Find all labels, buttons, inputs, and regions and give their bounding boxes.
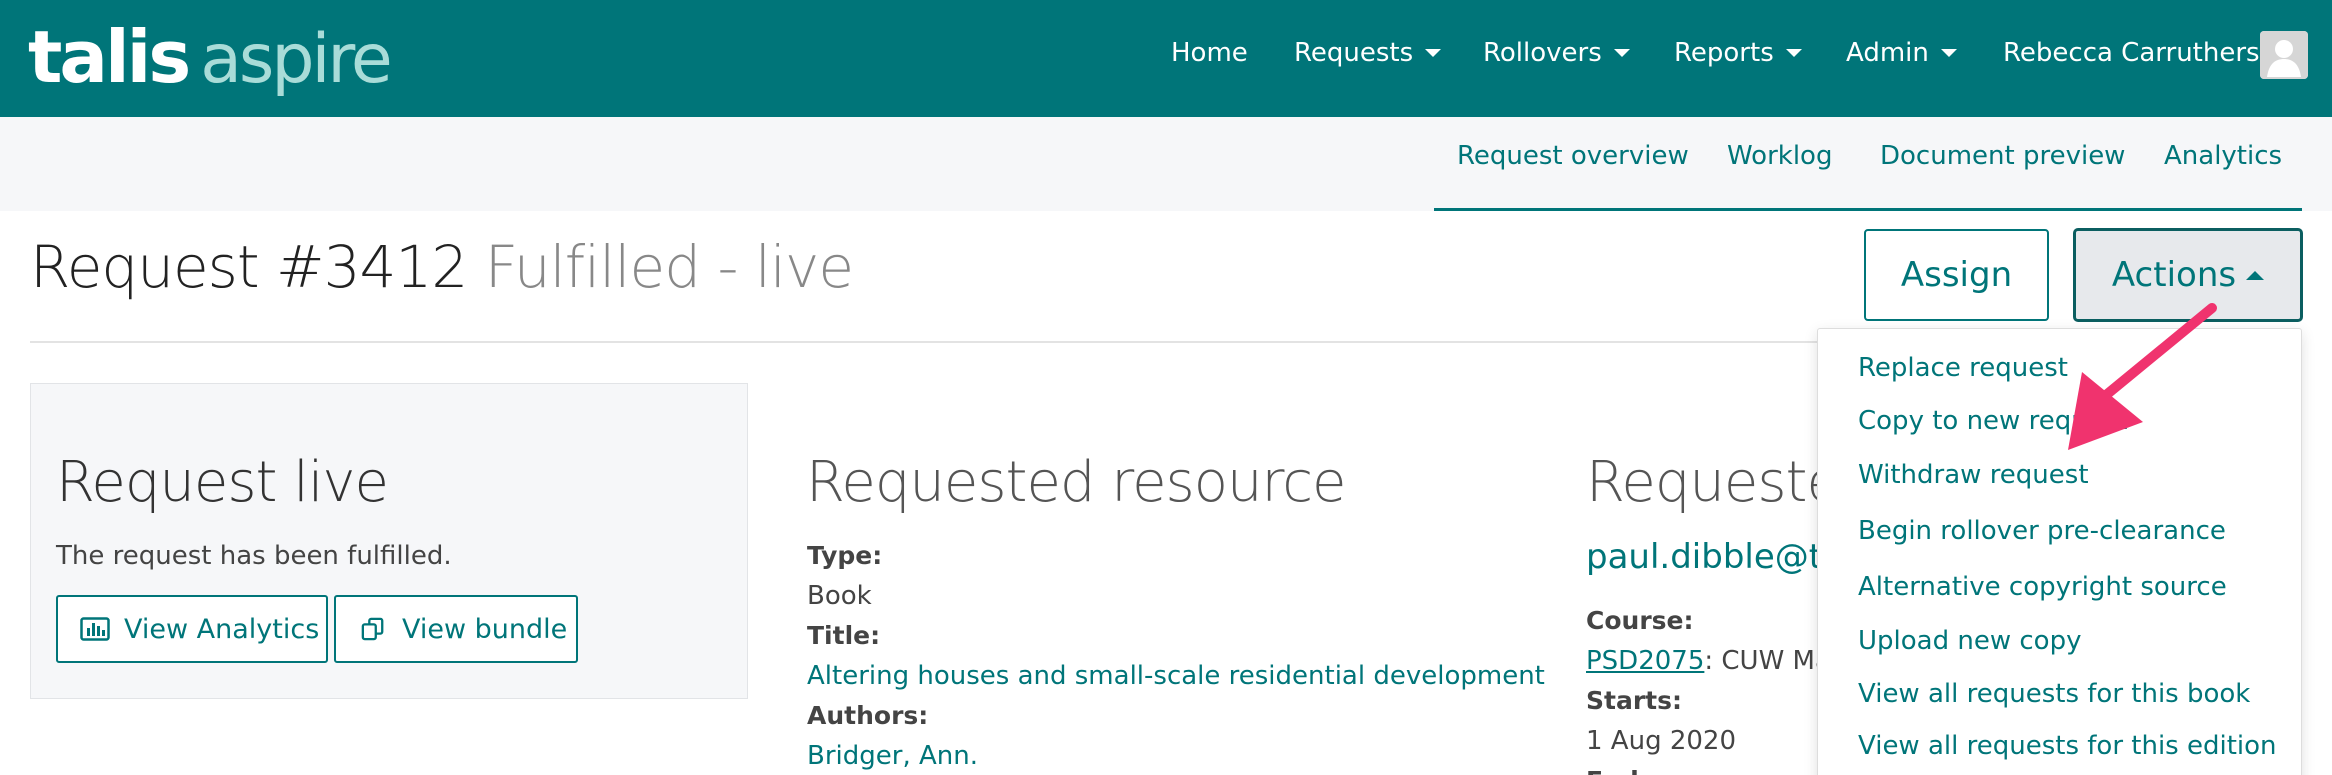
course-code-link[interactable]: PSD2075 (1586, 646, 1704, 676)
page-title: Request #3412 Fulfilled - live (30, 233, 854, 301)
logo-main-text: talis (28, 15, 191, 99)
starts-value: 1 Aug 2020 (1586, 726, 1737, 756)
tab-request-overview[interactable]: Request overview (1457, 141, 1689, 171)
ends-label: Ends: (1586, 766, 1664, 775)
course-label: Course: (1586, 606, 1694, 635)
menu-item-replace-request[interactable]: Replace request (1858, 353, 2068, 383)
authors-link[interactable]: Bridger, Ann. (807, 741, 978, 771)
nav-home[interactable]: Home (1171, 38, 1248, 68)
actions-button-label: Actions (2111, 255, 2237, 295)
chevron-down-icon (1940, 49, 1957, 57)
copy-icon (361, 617, 384, 641)
view-bundle-button[interactable]: View bundle (334, 595, 578, 663)
actions-button[interactable]: Actions (2073, 228, 2303, 322)
menu-item-view-all-requests-edition[interactable]: View all requests for this edition (1858, 731, 2277, 761)
user-avatar-icon[interactable] (2260, 31, 2308, 79)
request-status: Fulfilled - live (484, 233, 854, 301)
nav-reports-label: Reports (1674, 38, 1774, 68)
requested-by-section: Requested by paul.dibble@talis.com Cours… (1580, 440, 1817, 775)
bar-chart-icon (80, 617, 110, 641)
menu-item-begin-rollover-pre-clearance[interactable]: Begin rollover pre-clearance (1858, 516, 2226, 546)
nav-reports[interactable]: Reports (1674, 38, 1802, 68)
requested-by-title: Requested by (1586, 450, 1817, 515)
requested-resource-title: Requested resource (806, 450, 1346, 515)
chevron-up-icon (2246, 270, 2265, 280)
starts-label: Starts: (1586, 686, 1682, 715)
user-name: Rebecca Carruthers (2003, 38, 2260, 68)
course-name: : CUW Management (1704, 646, 1817, 676)
title-label: Title: (807, 621, 881, 650)
type-value: Book (807, 581, 872, 611)
status-panel-title: Request live (56, 450, 389, 515)
request-number: Request #3412 (30, 233, 468, 301)
nav-rollovers-label: Rollovers (1483, 38, 1602, 68)
tab-document-preview[interactable]: Document preview (1880, 141, 2125, 171)
nav-requests-label: Requests (1294, 38, 1414, 68)
assign-button[interactable]: Assign (1864, 229, 2049, 321)
menu-item-withdraw-request[interactable]: Withdraw request (1858, 460, 2089, 490)
nav-requests[interactable]: Requests (1294, 38, 1442, 68)
user-menu[interactable]: Rebecca Carruthers (2003, 38, 2260, 68)
nav-home-label: Home (1171, 38, 1248, 68)
nav-rollovers[interactable]: Rollovers (1483, 38, 1630, 68)
view-analytics-label: View Analytics (124, 613, 320, 645)
requester-email-link[interactable]: paul.dibble@talis.com (1586, 537, 1817, 577)
type-label: Type: (807, 541, 883, 570)
course-value: PSD2075: CUW Management (1586, 646, 1817, 676)
active-tab-underline (1434, 208, 2302, 211)
chevron-down-icon (1785, 49, 1802, 57)
talis-aspire-logo[interactable]: talis aspire (28, 12, 393, 102)
authors-label: Authors: (807, 701, 929, 730)
title-link[interactable]: Altering houses and small-scale resident… (807, 661, 1545, 691)
nav-admin-label: Admin (1846, 38, 1929, 68)
menu-item-upload-new-copy[interactable]: Upload new copy (1858, 626, 2081, 656)
menu-item-alternative-copyright-source[interactable]: Alternative copyright source (1858, 572, 2227, 602)
status-panel-text: The request has been fulfilled. (56, 541, 452, 571)
tab-worklog[interactable]: Worklog (1727, 141, 1832, 171)
logo-sub-text: aspire (200, 20, 392, 99)
heading-divider (30, 341, 1850, 343)
nav-admin[interactable]: Admin (1846, 38, 1957, 68)
chevron-down-icon (1425, 49, 1442, 57)
assign-button-label: Assign (1900, 255, 2013, 295)
chevron-down-icon (1613, 49, 1630, 57)
menu-item-view-all-requests-book[interactable]: View all requests for this book (1858, 679, 2250, 709)
tab-analytics[interactable]: Analytics (2164, 141, 2282, 171)
view-bundle-label: View bundle (402, 613, 568, 645)
view-analytics-button[interactable]: View Analytics (56, 595, 328, 663)
menu-item-copy-to-new-request[interactable]: Copy to new request (1858, 406, 2127, 436)
